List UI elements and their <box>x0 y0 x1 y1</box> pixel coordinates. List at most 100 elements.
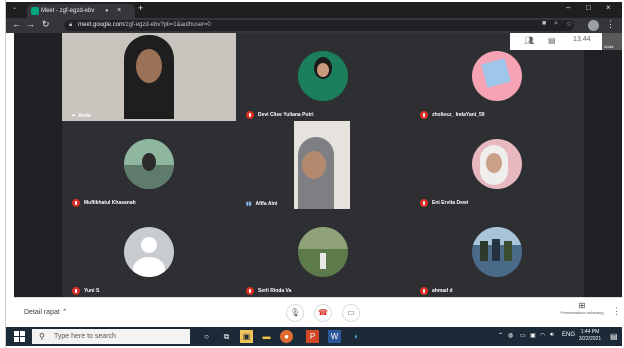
camera-icon[interactable]: ■ <box>542 20 546 27</box>
address-bar[interactable]: 🔒︎ meet.google.com/zgf-egzd-ebv?pli=1&au… <box>64 20 574 31</box>
lock-icon: 🔒︎ <box>69 22 73 28</box>
participant-name-tag: Muflikhatul Khasanah <box>72 199 136 207</box>
bookmark-star-icon[interactable]: ☆ <box>566 20 572 28</box>
participant-name: zholiesz_ IndaYani_59 <box>432 112 485 118</box>
participant-name: Anda <box>78 113 91 119</box>
browser-tab-meet[interactable]: Meet - zgf-egzd-ebv ● × <box>27 4 135 18</box>
participant-tile[interactable]: Eni Ervita Dewi <box>410 121 584 209</box>
participant-name: Serli Rinda Va <box>258 288 292 294</box>
tray-network-icon[interactable]: ◍ <box>508 332 513 339</box>
tray-chevron-icon[interactable]: ⌃ <box>498 332 503 339</box>
file-explorer-icon[interactable]: ▬ <box>260 330 273 343</box>
meet-stage: ••• Anda Devi Clise Yuliana Putri zholie… <box>14 33 622 297</box>
tray-wifi-icon[interactable]: ◠ <box>540 332 545 339</box>
screen: ⌄ Meet - zgf-egzd-ebv ● × + – □ × ← → ↻ … <box>0 0 624 348</box>
participant-name-tag: ahmad d <box>420 287 453 295</box>
chrome-icon[interactable]: ● <box>280 330 293 343</box>
profile-avatar[interactable] <box>588 20 599 31</box>
participant-name: Eni Ervita Dewi <box>432 200 469 206</box>
window-close-button[interactable]: × <box>606 3 611 12</box>
camera-button[interactable]: ▭ <box>342 304 360 322</box>
participant-avatar <box>124 139 174 189</box>
store-icon[interactable]: ▣ <box>240 330 253 343</box>
task-view-icon[interactable]: ⧉ <box>220 330 233 343</box>
mic-off-icon <box>72 199 80 207</box>
search-icon: ⚲ <box>39 332 45 341</box>
clock-time: 1:44 PM <box>580 329 600 335</box>
tab-close-button[interactable]: × <box>117 4 121 18</box>
participant-avatar <box>298 51 348 101</box>
self-view-thumbnail[interactable]: Anda <box>602 33 622 50</box>
participant-tile[interactable]: Devi Clise Yuliana Putri <box>236 33 410 121</box>
microphone-icon: 🎙︎ <box>289 308 301 317</box>
participant-tile[interactable]: Muflikhatul Khasanah <box>62 121 236 209</box>
reload-icon[interactable]: ↻ <box>42 19 50 30</box>
participant-name: Afifa Aini <box>255 201 278 207</box>
hang-up-icon: ☎︎ <box>318 308 328 317</box>
participant-tile[interactable]: ▮▮ Afifa Aini <box>236 121 410 209</box>
word-icon[interactable]: W <box>328 330 341 343</box>
taskbar-search-input[interactable]: ⚲ Type here to search <box>32 329 190 344</box>
powerpoint-icon[interactable]: P <box>306 330 319 343</box>
hang-up-button[interactable]: ☎︎ <box>314 304 332 322</box>
forward-arrow-icon[interactable]: → <box>26 19 35 29</box>
participant-tile[interactable]: ahmad d <box>410 209 584 297</box>
meeting-details-button[interactable]: Detail rapat ⌃ <box>24 308 68 316</box>
participant-name-tag: ••• Anda <box>72 113 91 119</box>
participant-name-tag: ▮▮ Afifa Aini <box>246 201 277 207</box>
mic-off-icon <box>420 199 428 207</box>
participant-tile[interactable]: Yuni S <box>62 209 236 297</box>
participant-tile[interactable]: ••• Anda <box>62 33 236 121</box>
browser-tab-strip: ⌄ Meet - zgf-egzd-ebv ● × + – □ × <box>6 2 622 18</box>
meeting-details-label: Detail rapat <box>24 309 60 316</box>
people-icon[interactable]: 👥︎ <box>524 36 534 45</box>
back-arrow-icon[interactable]: ← <box>12 19 21 29</box>
notification-icon[interactable]: ▤ <box>610 332 618 341</box>
participant-avatar <box>124 227 174 277</box>
taskbar-clock[interactable]: 1:44 PM 3/22/2021 <box>574 329 606 343</box>
participant-avatar <box>472 227 522 277</box>
meet-favicon-icon <box>31 7 39 15</box>
participant-avatar <box>298 227 348 277</box>
zoom-icon[interactable]: ⌕ <box>554 20 558 28</box>
participant-avatar <box>472 139 522 189</box>
minimize-button[interactable]: – <box>566 3 570 12</box>
more-options-icon[interactable]: ⋮ <box>612 306 621 317</box>
windows-taskbar: ⚲ Type here to search ○ ⧉ ▣ ▬ ● P W ◐ ⌃ … <box>6 327 622 346</box>
browser-toolbar: ← → ↻ 🔒︎ meet.google.com/zgf-egzd-ebv?pl… <box>6 18 622 33</box>
new-tab-button[interactable]: + <box>138 3 143 13</box>
tab-search-icon[interactable]: ⌄ <box>12 4 22 14</box>
participant-tile[interactable]: Serli Rinda Va <box>236 209 410 297</box>
participant-name-tag: Yuni S <box>72 287 99 295</box>
tray-app-icon[interactable]: ▣ <box>530 332 536 339</box>
mic-off-icon <box>246 287 254 295</box>
mic-off-icon <box>420 287 428 295</box>
participant-name: Muflikhatul Khasanah <box>84 200 136 206</box>
participant-name: ahmad d <box>432 288 453 294</box>
cortana-icon[interactable]: ○ <box>200 330 213 343</box>
camera-toggle-icon: ▭ <box>347 308 355 317</box>
meet-bottom-bar: Detail rapat ⌃ 🎙︎ ☎︎ ▭ ⊞ Presentasikan s… <box>14 297 622 327</box>
chat-icon[interactable]: ▤ <box>548 36 556 45</box>
menu-dots-icon[interactable]: ⋮ <box>606 19 615 30</box>
maximize-button[interactable]: □ <box>586 3 591 12</box>
mic-off-icon <box>420 111 428 119</box>
participant-name-tag: Devi Clise Yuliana Putri <box>246 111 314 119</box>
search-placeholder: Type here to search <box>54 333 116 340</box>
clock-date: 3/22/2021 <box>578 336 602 342</box>
participant-video-face <box>136 49 162 83</box>
microphone-button[interactable]: 🎙︎ <box>286 304 304 322</box>
windows-start-icon[interactable] <box>14 331 25 342</box>
mic-off-icon <box>246 111 254 119</box>
tab-title: Meet - zgf-egzd-ebv <box>41 8 95 14</box>
tray-battery-icon[interactable]: ▭ <box>520 332 526 339</box>
self-view-label: Anda <box>604 44 614 49</box>
edge-icon[interactable]: ◐ <box>350 330 363 343</box>
present-icon: ⊞ <box>578 301 586 310</box>
participant-name-tag: zholiesz_ IndaYani_59 <box>420 111 485 119</box>
chevron-up-icon: ⌃ <box>61 309 68 316</box>
tray-volume-icon[interactable]: 🔊︎ <box>550 332 554 339</box>
url-path: /zgf-egzd-ebv?pli=1&authuser=0 <box>124 22 211 28</box>
present-now-button[interactable]: ⊞ Presentasikan sekarang <box>554 301 610 315</box>
more-dots-icon: ••• <box>72 113 75 119</box>
